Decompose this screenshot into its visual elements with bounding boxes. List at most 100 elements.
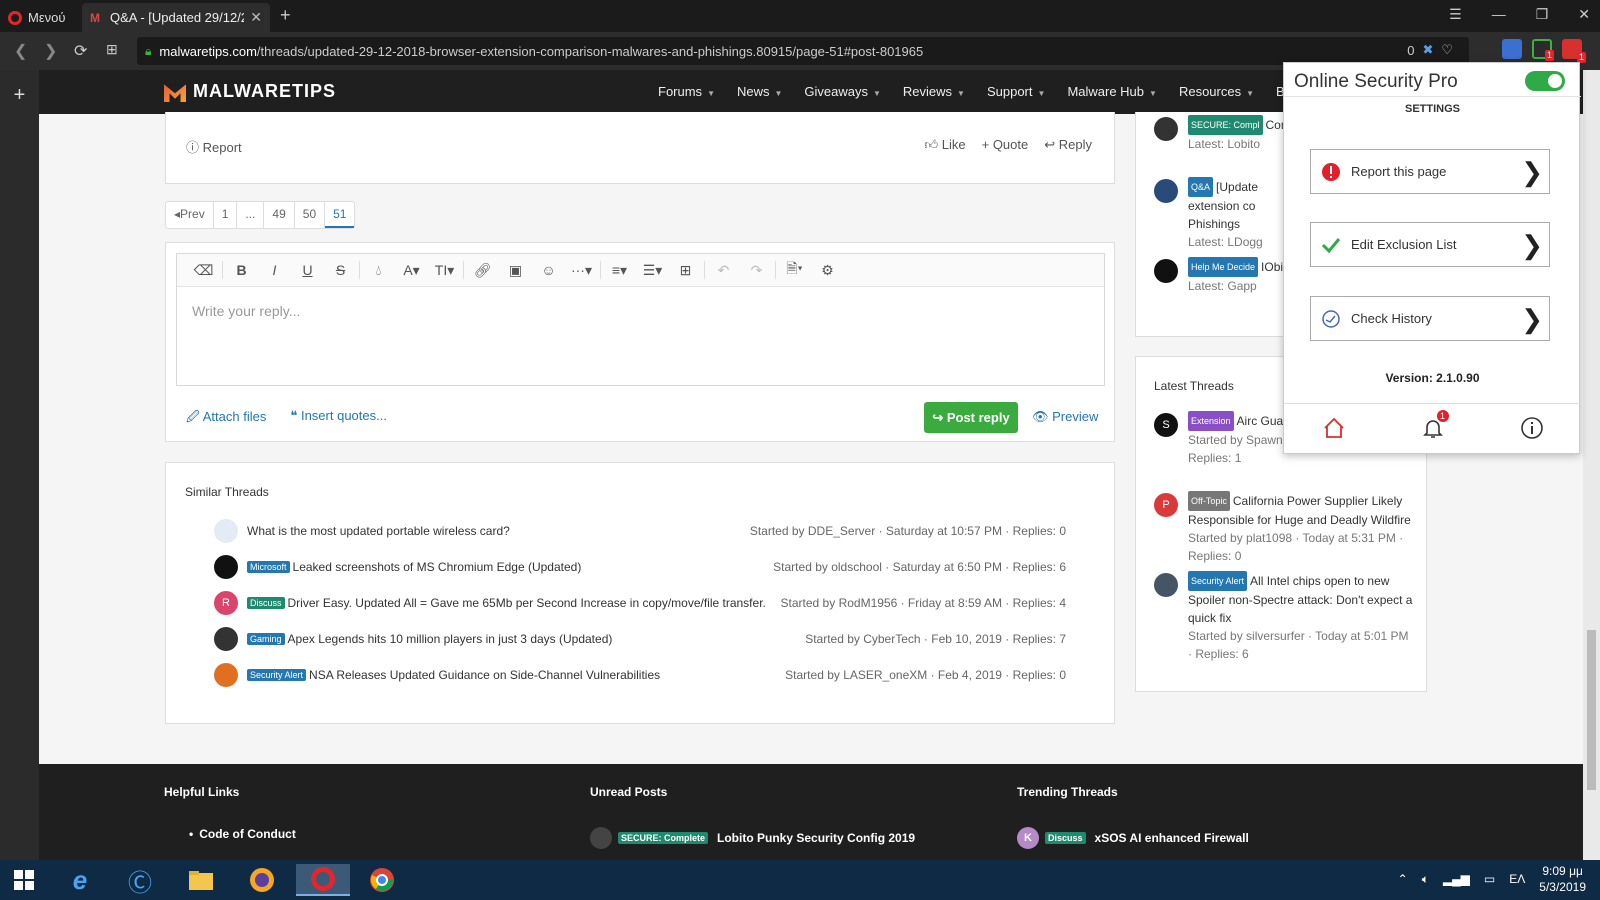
reload-button[interactable]: ⟳ xyxy=(74,41,87,61)
footer-code-of-conduct[interactable]: • Code of Conduct xyxy=(189,827,296,841)
tab-active[interactable]: M Q&A - [Updated 29/12/20 ✕ xyxy=(82,3,270,32)
maximize-button[interactable]: ❐ xyxy=(1536,6,1549,23)
like-button[interactable]: 👍︎ Like xyxy=(925,137,966,153)
page-1[interactable]: 1 xyxy=(214,202,238,228)
similar-thread-row[interactable]: What is the most updated portable wirele… xyxy=(214,517,1066,545)
translate-extension-icon[interactable] xyxy=(1502,39,1522,59)
back-button[interactable]: ❮ xyxy=(14,41,27,61)
strike-icon[interactable]: S xyxy=(324,262,357,278)
clock[interactable]: 9:09 μμ 5/3/2019 xyxy=(1539,863,1586,895)
site-logo[interactable]: MALWARETIPS xyxy=(164,80,336,102)
url-field[interactable]: 🔒︎ malwaretips.com/threads/updated-29-12… xyxy=(137,37,1469,65)
opera-taskbar-icon[interactable] xyxy=(296,864,350,896)
report-page-button[interactable]: Report this page ❯ xyxy=(1310,149,1550,194)
chrome-icon[interactable] xyxy=(358,864,406,896)
attach-files-button[interactable]: 🖉 Attach files xyxy=(186,408,266,430)
italic-icon[interactable]: I xyxy=(258,262,291,278)
post-reply-button[interactable]: ↪ Post reply xyxy=(924,402,1018,433)
similar-thread-row[interactable]: R Discuss Driver Easy. Updated All = Gave … xyxy=(214,589,1066,617)
forward-button[interactable]: ❯ xyxy=(44,41,57,61)
extension-icon[interactable]: 1 xyxy=(1532,39,1554,61)
bookmark-heart-icon[interactable]: ♡ xyxy=(1441,42,1453,58)
list-icon[interactable]: ☰▾ xyxy=(636,262,669,279)
settings-gear-icon[interactable]: ⚙ xyxy=(811,262,844,279)
nav-news[interactable]: News ▼ xyxy=(726,70,793,114)
adblock-icon[interactable]: ✖ xyxy=(1422,42,1433,58)
ccleaner-icon[interactable]: Ⓒ xyxy=(116,864,164,897)
page-scrollbar[interactable] xyxy=(1583,70,1600,860)
online-security-extension-icon[interactable]: 1 xyxy=(1562,39,1586,63)
new-tab-button[interactable]: + xyxy=(280,5,291,26)
opera-menu-button[interactable]: Μενού xyxy=(0,3,80,32)
network-icon[interactable]: ▂▄▆ xyxy=(1443,872,1470,886)
page-51[interactable]: 51 xyxy=(325,202,355,228)
bell-icon[interactable]: 1 xyxy=(1421,410,1449,443)
minimize-button[interactable]: — xyxy=(1492,6,1506,23)
reply-input[interactable]: Write your reply... xyxy=(177,287,1104,335)
tray-expand-icon[interactable]: ⌃ xyxy=(1398,872,1408,886)
language-indicator[interactable]: ΕΛ xyxy=(1509,872,1525,886)
drafts-icon[interactable]: 🗎▾ xyxy=(778,258,811,282)
windows-start-icon[interactable] xyxy=(0,864,48,896)
thread-title[interactable]: What is the most updated portable wirele… xyxy=(247,524,750,538)
smilie-icon[interactable]: ☺ xyxy=(532,262,565,278)
reply-button[interactable]: ↩ Reply xyxy=(1044,137,1092,153)
report-link[interactable]: ⓘ Report xyxy=(186,137,242,156)
footer-unread-item[interactable]: SECURE: Complete Lobito Punky Security C… xyxy=(590,827,915,849)
preview-button[interactable]: 👁︎ Preview xyxy=(1032,409,1098,425)
home-icon[interactable] xyxy=(1322,416,1346,443)
internet-explorer-icon[interactable]: e xyxy=(56,864,104,896)
nav-reviews[interactable]: Reviews ▼ xyxy=(892,70,976,114)
tab-menu-icon[interactable]: ☰ xyxy=(1449,6,1462,23)
redo-icon[interactable]: ↷ xyxy=(740,262,773,279)
bold-icon[interactable]: B xyxy=(225,262,258,278)
close-window-button[interactable]: ✕ xyxy=(1578,6,1590,23)
volume-icon[interactable]: 🔈︎ xyxy=(1422,872,1429,887)
latest-thread-item[interactable]: Security Alert All Intel chips open to ne… xyxy=(1154,571,1414,663)
nav-malware-hub[interactable]: Malware Hub ▼ xyxy=(1056,70,1168,114)
thread-title[interactable]: Microsoft Leaked screenshots of MS Chromi… xyxy=(247,560,773,574)
battery-icon[interactable]: ▭ xyxy=(1484,872,1495,886)
link-icon[interactable]: 🔗︎ xyxy=(466,262,499,279)
edit-exclusion-list-button[interactable]: Edit Exclusion List ❯ xyxy=(1310,222,1550,267)
reply-editor: ⌫ B I U S 💧︎ A▾ TI▾ 🔗︎ ▣ ☺ ···▾ ≡▾ ☰▾ ⊞ … xyxy=(176,253,1105,386)
vpn-app-icon[interactable] xyxy=(238,864,286,896)
page-ellipsis[interactable]: ... xyxy=(237,202,265,228)
font-size-icon[interactable]: TI▾ xyxy=(428,262,461,279)
file-explorer-icon[interactable] xyxy=(177,864,225,896)
align-icon[interactable]: ≡▾ xyxy=(603,262,636,279)
nav-giveaways[interactable]: Giveaways ▼ xyxy=(793,70,892,114)
more-icon[interactable]: ···▾ xyxy=(565,262,598,279)
page-prev[interactable]: ◂Prev xyxy=(166,202,214,228)
nav-forums[interactable]: Forums ▼ xyxy=(647,70,726,114)
thread-title[interactable]: Discuss Driver Easy. Updated All = Gave m… xyxy=(247,596,781,610)
quote-button[interactable]: + Quote xyxy=(982,137,1029,153)
table-icon[interactable]: ⊞ xyxy=(669,262,702,279)
similar-thread-row[interactable]: Security Alert NSA Releases Updated Guida… xyxy=(214,661,1066,689)
avatar: S xyxy=(1154,413,1178,437)
clear-format-icon[interactable]: ⌫ xyxy=(187,262,220,279)
footer-trending-item[interactable]: K Discuss xSOS AI enhanced Firewall xyxy=(1017,827,1249,849)
check-history-button[interactable]: Check History ❯ xyxy=(1310,296,1550,341)
thread-title[interactable]: Security Alert NSA Releases Updated Guida… xyxy=(247,668,785,682)
speed-dial-icon[interactable]: ⊞ xyxy=(106,41,118,58)
thread-title[interactable]: Gaming Apex Legends hits 10 million playe… xyxy=(247,632,805,646)
latest-thread-item[interactable]: P Off-Topic California Power Supplier Like… xyxy=(1154,491,1414,565)
color-icon[interactable]: 💧︎ xyxy=(362,262,395,279)
tab-close-icon[interactable]: ✕ xyxy=(250,9,262,26)
sidebar-add-icon[interactable]: + xyxy=(0,84,39,107)
protection-toggle[interactable] xyxy=(1525,71,1565,91)
insert-quotes-button[interactable]: ❝ Insert quotes... xyxy=(290,408,387,430)
undo-icon[interactable]: ↶ xyxy=(707,262,740,279)
info-icon[interactable] xyxy=(1520,416,1544,443)
similar-thread-row[interactable]: Gaming Apex Legends hits 10 million playe… xyxy=(214,625,1066,653)
font-icon[interactable]: A▾ xyxy=(395,262,428,279)
page-49[interactable]: 49 xyxy=(264,202,295,228)
nav-support[interactable]: Support ▼ xyxy=(976,70,1056,114)
pagination: ◂Prev 1 ... 49 50 51 xyxy=(165,201,356,229)
underline-icon[interactable]: U xyxy=(291,262,324,278)
page-50[interactable]: 50 xyxy=(295,202,326,228)
image-icon[interactable]: ▣ xyxy=(499,262,532,279)
nav-resources[interactable]: Resources ▼ xyxy=(1168,70,1265,114)
similar-thread-row[interactable]: Microsoft Leaked screenshots of MS Chromi… xyxy=(214,553,1066,581)
